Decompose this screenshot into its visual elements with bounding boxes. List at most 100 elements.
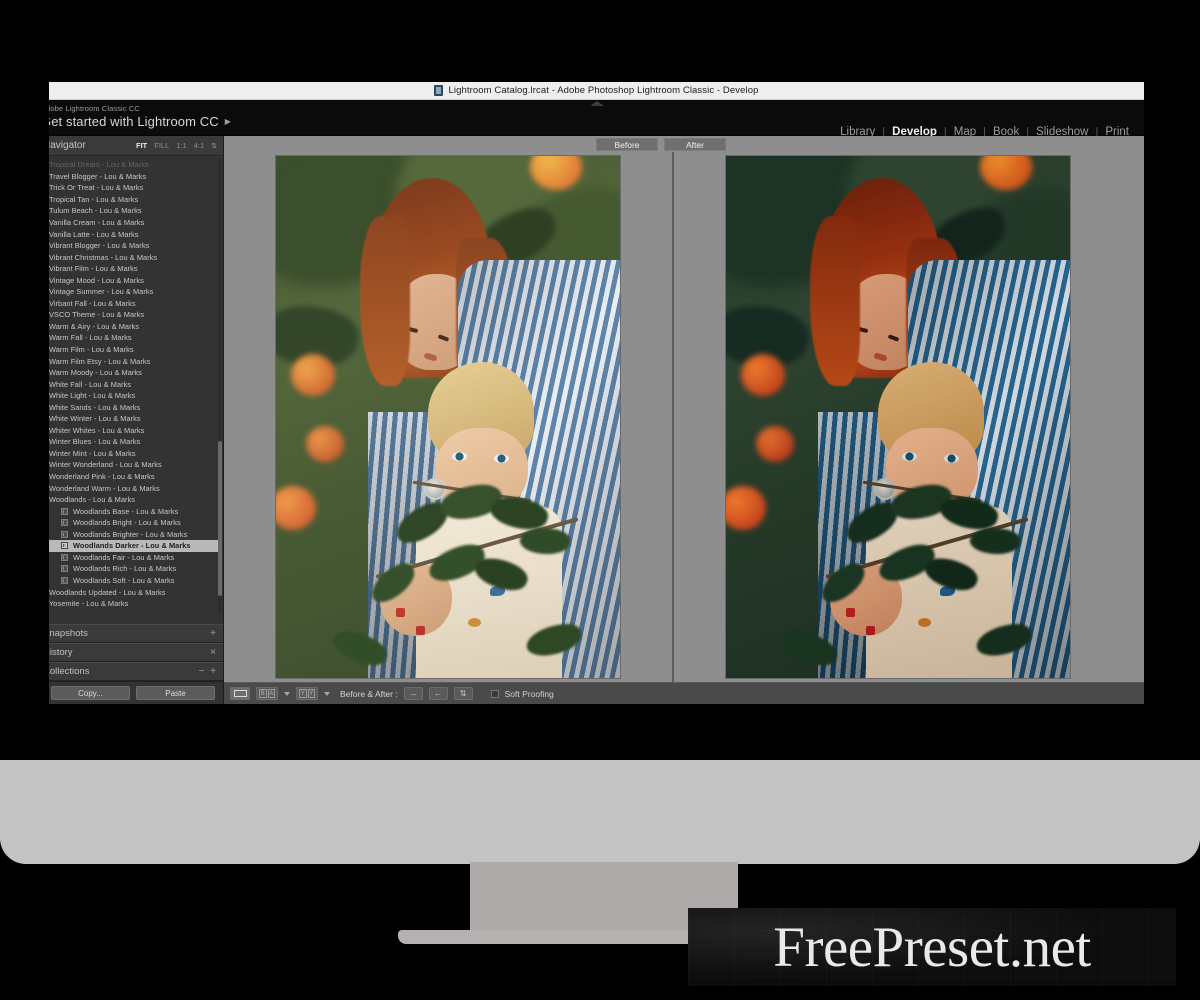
panel-header-history[interactable]: History × [49, 643, 223, 662]
preset-item[interactable]: Winter Wonderland - Lou & Marks [49, 459, 223, 471]
preset-label: Warm & Airy - Lou & Marks [49, 321, 140, 331]
preset-item[interactable]: Warm Film Etsy - Lou & Marks [49, 355, 223, 367]
preset-item[interactable]: Wonderland Warm - Lou & Marks [49, 482, 223, 494]
panel-control-button[interactable]: + [210, 628, 216, 639]
soft-proofing-checkbox[interactable] [490, 689, 499, 698]
preset-item[interactable]: Tropical Dream - Lou & Marks [49, 159, 223, 171]
copy-after-settings-button[interactable]: ← [428, 687, 448, 700]
preset-list[interactable]: Tropical Dream - Lou & Marks Travel Blogg… [49, 159, 223, 614]
preset-item[interactable]: Warm Moody - Lou & Marks [49, 367, 223, 379]
preset-item[interactable]: VSCO Theme - Lou & Marks [49, 309, 223, 321]
preset-label: Virbant Fall - Lou & Marks [49, 298, 136, 308]
preset-list-scrollbar[interactable] [218, 159, 222, 614]
preset-item[interactable]: Woodlands Base - Lou & Marks [49, 505, 223, 517]
preset-item[interactable]: Vintage Mood - Lou & Marks [49, 274, 223, 286]
preset-item[interactable]: Yosemite - Lou & Marks [49, 598, 223, 610]
preset-label: Vintage Mood - Lou & Marks [49, 275, 144, 285]
navigator-zoom-1-1[interactable]: 1:1 [176, 141, 186, 150]
preset-item[interactable]: White Fall - Lou & Marks [49, 378, 223, 390]
app-body: Navigator FIT FILL 1:1 4:1 ⇅ Tropical Dream … [49, 136, 1144, 704]
after-pane[interactable] [674, 152, 1122, 682]
preset-item[interactable]: Vintage Summer - Lou & Marks [49, 286, 223, 298]
preset-item[interactable]: Warm & Airy - Lou & Marks [49, 321, 223, 333]
preset-item[interactable]: Winter Mint - Lou & Marks [49, 448, 223, 460]
top-panel-toggle-arrow[interactable] [589, 101, 604, 106]
after-photo[interactable] [726, 156, 1070, 678]
panel-header-snapshots[interactable]: Snapshots + [49, 624, 223, 643]
preset-item[interactable]: Travel Blogger - Lou & Marks [49, 171, 223, 183]
preset-item[interactable]: Tulum Beach - Lou & Marks [49, 205, 223, 217]
preset-item[interactable]: White Sands - Lou & Marks [49, 401, 223, 413]
identity-cta[interactable]: Get started with Lightroom CC ▶ [49, 114, 231, 130]
preset-item[interactable]: Wonderland Pink - Lou & Marks [49, 471, 223, 483]
left-bottom-panels: Snapshots+History×Collections−+ Copy... … [49, 624, 223, 704]
identity-plate[interactable]: Adobe Lightroom Classic CC Get started w… [49, 103, 231, 130]
preset-label: Woodlands Darker - Lou & Marks [73, 541, 191, 551]
swap-before-after-button[interactable]: ⇅ [453, 687, 473, 700]
split-view-chevron-down-icon[interactable] [324, 691, 330, 696]
before-photo[interactable] [276, 156, 620, 678]
preset-item[interactable]: Woodlands Soft - Lou & Marks [49, 575, 223, 587]
preset-label: Woodlands Rich - Lou & Marks [73, 564, 177, 574]
copy-before-settings-button[interactable]: → [403, 687, 423, 700]
watermark-text: FreePreset.net [773, 915, 1091, 979]
preset-item[interactable]: Woodlands Rich - Lou & Marks [49, 563, 223, 575]
panel-control-button[interactable]: × [210, 647, 216, 658]
preset-item[interactable]: Vanilla Cream - Lou & Marks [49, 217, 223, 229]
preset-item[interactable]: Vibrant Film - Lou & Marks [49, 263, 223, 275]
preset-item[interactable]: Tropical Tan - Lou & Marks [49, 194, 223, 206]
preset-item[interactable]: Woodlands Fair - Lou & Marks [49, 552, 223, 564]
preset-item[interactable]: Woodlands Brighter - Lou & Marks [49, 529, 223, 541]
before-after-view-icon[interactable]: BA [256, 687, 278, 700]
navigator-chevron-icon[interactable]: ⇅ [211, 142, 217, 150]
preset-item[interactable]: Virbant Fall - Lou & Marks [49, 298, 223, 310]
before-pane[interactable] [224, 152, 672, 682]
before-after-labels: Before After [224, 136, 1144, 152]
panel-control-button[interactable]: − [198, 666, 204, 677]
panel-control-button[interactable]: + [210, 666, 216, 677]
before-after-view-chevron-down-icon[interactable] [284, 691, 290, 696]
navigator-zoom-fit[interactable]: FIT [136, 141, 147, 150]
navigator-zoom-4-1[interactable]: 4:1 [194, 141, 204, 150]
panel-title: Collections [49, 666, 90, 677]
preset-item[interactable]: White Winter - Lou & Marks [49, 413, 223, 425]
preset-item[interactable]: Vibrant Christmas - Lou & Marks [49, 251, 223, 263]
preset-item[interactable]: Vibrant Blogger - Lou & Marks [49, 240, 223, 252]
preset-item[interactable]: Trick Or Treat - Lou & Marks [49, 182, 223, 194]
before-label: Before [596, 138, 658, 151]
panel-title: Snapshots [49, 628, 88, 639]
preset-label: White Fall - Lou & Marks [49, 379, 132, 389]
preset-label: Vibrant Blogger - Lou & Marks [49, 241, 150, 251]
play-triangle-icon: ▶ [224, 117, 232, 126]
preset-item[interactable]: Whiter Whites - Lou & Marks [49, 425, 223, 437]
preset-item[interactable]: White Light - Lou & Marks [49, 390, 223, 402]
preset-item[interactable]: Vanilla Latte - Lou & Marks [49, 228, 223, 240]
preset-label: Wonderland Pink - Lou & Marks [49, 472, 155, 482]
preset-label: Woodlands Brighter - Lou & Marks [73, 529, 188, 539]
panel-header-collections[interactable]: Collections −+ [49, 662, 223, 681]
copy-button[interactable]: Copy... [51, 686, 130, 700]
soft-proofing-label: Soft Proofing [504, 688, 554, 699]
navigator-title: Navigator [49, 140, 86, 151]
preset-label: Travel Blogger - Lou & Marks [49, 171, 147, 181]
navigator-zoom-fill[interactable]: FILL [154, 141, 169, 150]
preset-item-selected[interactable]: Woodlands Darker - Lou & Marks [49, 540, 219, 552]
preset-item[interactable]: Woodlands Bright - Lou & Marks [49, 517, 223, 529]
preset-item[interactable]: Warm Fall - Lou & Marks [49, 332, 223, 344]
preset-thumbnail-icon [61, 530, 68, 538]
preset-label: Vibrant Christmas - Lou & Marks [49, 252, 158, 262]
paste-button[interactable]: Paste [136, 686, 215, 700]
preset-label: Winter Mint - Lou & Marks [49, 448, 136, 458]
preset-label: Wonderland Warm - Lou & Marks [49, 483, 160, 493]
loupe-view-icon[interactable] [230, 687, 250, 700]
after-label: After [664, 138, 726, 151]
develop-toolbar: BA YY Before & After : → ← ⇅ Soft Proofi… [224, 682, 1144, 704]
left-panel: Navigator FIT FILL 1:1 4:1 ⇅ Tropical Dream … [49, 136, 224, 704]
split-view-icon[interactable]: YY [296, 687, 318, 700]
navigator-zoom-levels: FIT FILL 1:1 4:1 ⇅ [136, 141, 217, 150]
preset-item[interactable]: Winter Blues - Lou & Marks [49, 436, 223, 448]
preset-item[interactable]: Woodlands Updated - Lou & Marks [49, 586, 223, 598]
preset-label: VSCO Theme - Lou & Marks [49, 310, 145, 320]
preset-item[interactable]: Woodlands - Lou & Marks [49, 494, 223, 506]
preset-item[interactable]: Warm Film - Lou & Marks [49, 344, 223, 356]
